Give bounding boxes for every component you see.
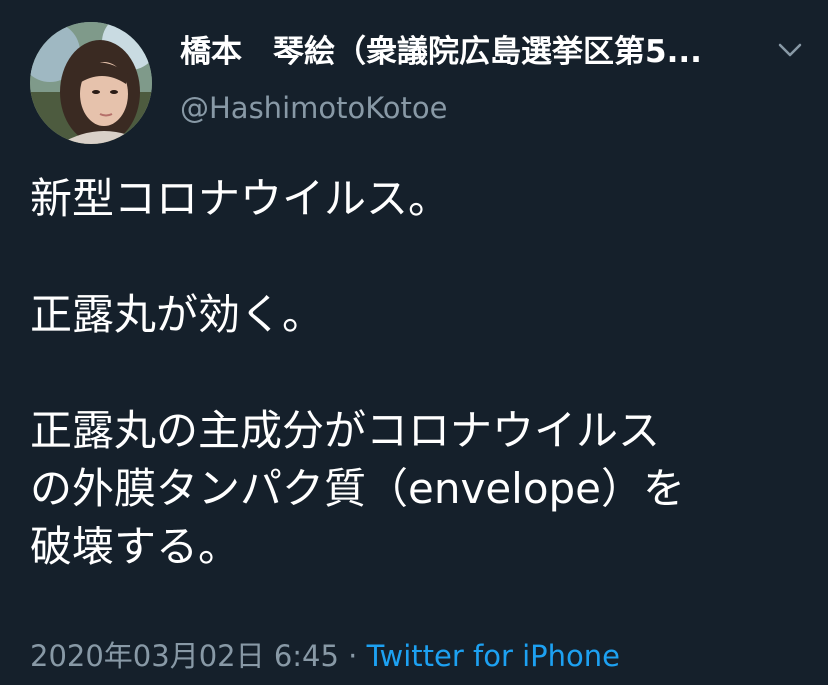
tweet-meta: 2020年03月02日 6:45 · Twitter for iPhone <box>30 636 620 676</box>
display-name[interactable]: 橋本 琴絵（衆議院広島選挙区第5... <box>180 30 750 74</box>
chevron-down-icon <box>778 43 802 57</box>
tweet-menu-button[interactable] <box>770 32 810 68</box>
meta-separator: · <box>348 639 358 673</box>
avatar[interactable] <box>30 22 152 144</box>
tweet-line: 破壊する。 <box>30 522 241 571</box>
tweet-timestamp[interactable]: 2020年03月02日 6:45 <box>30 639 339 673</box>
tweet-card: 橋本 琴絵（衆議院広島選挙区第5... @HashimotoKotoe 新型コロ… <box>0 0 828 685</box>
tweet-line: 新型コロナウイルス。 <box>30 174 451 223</box>
tweet-source-link[interactable]: Twitter for iPhone <box>367 639 620 673</box>
tweet-line: 正露丸が効く。 <box>30 290 325 339</box>
tweet-line: 正露丸の主成分がコロナウイルス <box>30 406 661 455</box>
tweet-text: 新型コロナウイルス。 正露丸が効く。 正露丸の主成分がコロナウイルス の外膜タン… <box>30 170 810 576</box>
tweet-line: の外膜タンパク質（envelope）を <box>30 464 686 513</box>
user-handle[interactable]: @HashimotoKotoe <box>180 88 448 128</box>
